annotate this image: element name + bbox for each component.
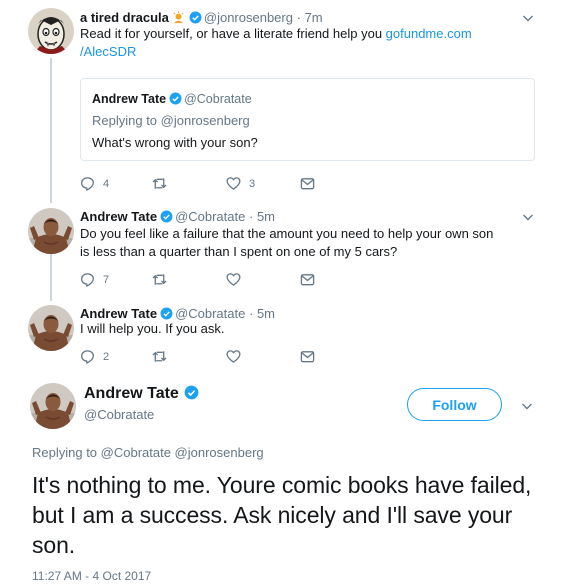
avatar[interactable]: [28, 8, 74, 54]
heart-icon: [226, 350, 241, 363]
reply-icon: [81, 350, 94, 364]
tweet-actions: 4 3: [80, 175, 320, 193]
reply-count: 4: [103, 178, 110, 190]
follow-button[interactable]: Follow: [407, 388, 502, 421]
focused-timestamp[interactable]: 11:27 AM - 4 Oct 2017: [32, 569, 151, 583]
avatar[interactable]: [28, 305, 74, 351]
tweet-header: Andrew Tate @Cobratate · 5m: [80, 208, 275, 225]
reply-count: 7: [103, 274, 110, 286]
replying-to: Replying to @Cobratate @jonrosenberg: [32, 445, 264, 460]
tweet-dracula[interactable]: a tired dracula @jonrosenberg · 7m Read i…: [0, 0, 562, 200]
quote-handle: @Cobratate: [184, 92, 252, 106]
tweet-text: Read it for yourself, or have a literate…: [80, 25, 520, 61]
chevron-down-icon[interactable]: [522, 211, 534, 223]
quote-header: Andrew Tate @Cobratate: [92, 92, 252, 106]
retweet-icon: [152, 274, 167, 285]
timestamp[interactable]: 7m: [305, 10, 323, 25]
envelope-icon: [300, 178, 315, 190]
verified-badge-icon: [160, 307, 173, 320]
verified-badge-icon: [189, 11, 202, 24]
tweet-text: I will help you. If you ask.: [80, 320, 520, 338]
verified-badge-icon: [169, 92, 182, 105]
tweet-text-line: is less than a quarter than I spent on o…: [80, 244, 398, 259]
display-name[interactable]: Andrew Tate: [80, 209, 157, 224]
focused-display-name[interactable]: Andrew Tate: [84, 385, 201, 403]
quoted-tweet[interactable]: Andrew Tate @Cobratate Replying to @jonro…: [80, 78, 535, 161]
focused-name-text[interactable]: Andrew Tate: [84, 385, 179, 402]
verified-badge-icon: [160, 210, 173, 223]
envelope-icon: [300, 274, 315, 286]
reply-icon: [81, 273, 94, 287]
gofundme-link-path[interactable]: /AlecSDR: [80, 44, 136, 59]
envelope-icon: [300, 351, 315, 363]
reply-icon: [81, 177, 94, 191]
retweet-button[interactable]: [152, 271, 192, 289]
display-name[interactable]: Andrew Tate: [80, 306, 157, 321]
direct-message-button[interactable]: [300, 271, 320, 289]
reply-button[interactable]: 2: [80, 348, 120, 366]
avatar[interactable]: [30, 383, 76, 429]
handle[interactable]: @Cobratate: [175, 209, 245, 224]
retweet-icon: [152, 178, 167, 189]
separator-dot: ·: [296, 10, 301, 25]
tweet-andrew-tate-2[interactable]: Andrew Tate @Cobratate · 5m I will help y…: [0, 297, 562, 375]
handle[interactable]: @Cobratate: [175, 306, 245, 321]
heart-icon: [226, 273, 241, 286]
reply-button[interactable]: 7: [80, 271, 120, 289]
tweet-text-line: Do you feel like a failure that the amou…: [80, 226, 494, 241]
quote-text: What's wrong with your son?: [92, 135, 258, 150]
gofundme-link[interactable]: gofundme.com: [386, 26, 472, 41]
timestamp[interactable]: 5m: [257, 209, 275, 224]
handle[interactable]: @jonrosenberg: [204, 10, 293, 25]
heart-icon: [226, 177, 241, 190]
tweet-text-line: I will help you. If you ask.: [80, 321, 225, 336]
focused-tweet-text: It's nothing to me. Youre comic books ha…: [32, 472, 532, 558]
like-button[interactable]: [226, 348, 266, 366]
tweet-actions: 7: [80, 271, 320, 289]
tweet-text: Do you feel like a failure that the amou…: [80, 225, 520, 261]
focused-handle[interactable]: @Cobratate: [84, 407, 154, 422]
display-name[interactable]: a tired dracula: [80, 10, 169, 25]
retweet-button[interactable]: [152, 348, 192, 366]
direct-message-button[interactable]: [300, 175, 320, 193]
like-button[interactable]: 3: [226, 175, 266, 193]
timestamp[interactable]: 5m: [257, 306, 275, 321]
quote-replying-to: Replying to @jonrosenberg: [92, 113, 250, 128]
avatar[interactable]: [28, 208, 74, 254]
like-count: 3: [249, 178, 256, 190]
retweet-icon: [152, 351, 167, 362]
reply-button[interactable]: 4: [80, 175, 120, 193]
chevron-down-icon[interactable]: [522, 12, 534, 24]
separator-dot: ·: [248, 209, 254, 224]
retweet-button[interactable]: [152, 175, 192, 193]
chevron-down-icon[interactable]: [521, 399, 533, 411]
verified-badge-icon: [184, 385, 199, 400]
direct-message-button[interactable]: [300, 348, 320, 366]
like-button[interactable]: [226, 271, 266, 289]
tweet-text-line: Read it for yourself, or have a literate…: [80, 26, 386, 41]
separator-dot: ·: [248, 306, 254, 321]
reply-count: 2: [103, 351, 110, 363]
sun-emoji-icon: [173, 11, 184, 24]
tweet-header: a tired dracula @jonrosenberg · 7m: [80, 9, 323, 26]
quote-display-name: Andrew Tate: [92, 92, 167, 106]
tweet-andrew-tate-1[interactable]: Andrew Tate @Cobratate · 5m Do you feel l…: [0, 200, 562, 297]
tweet-actions: 2: [80, 348, 320, 366]
